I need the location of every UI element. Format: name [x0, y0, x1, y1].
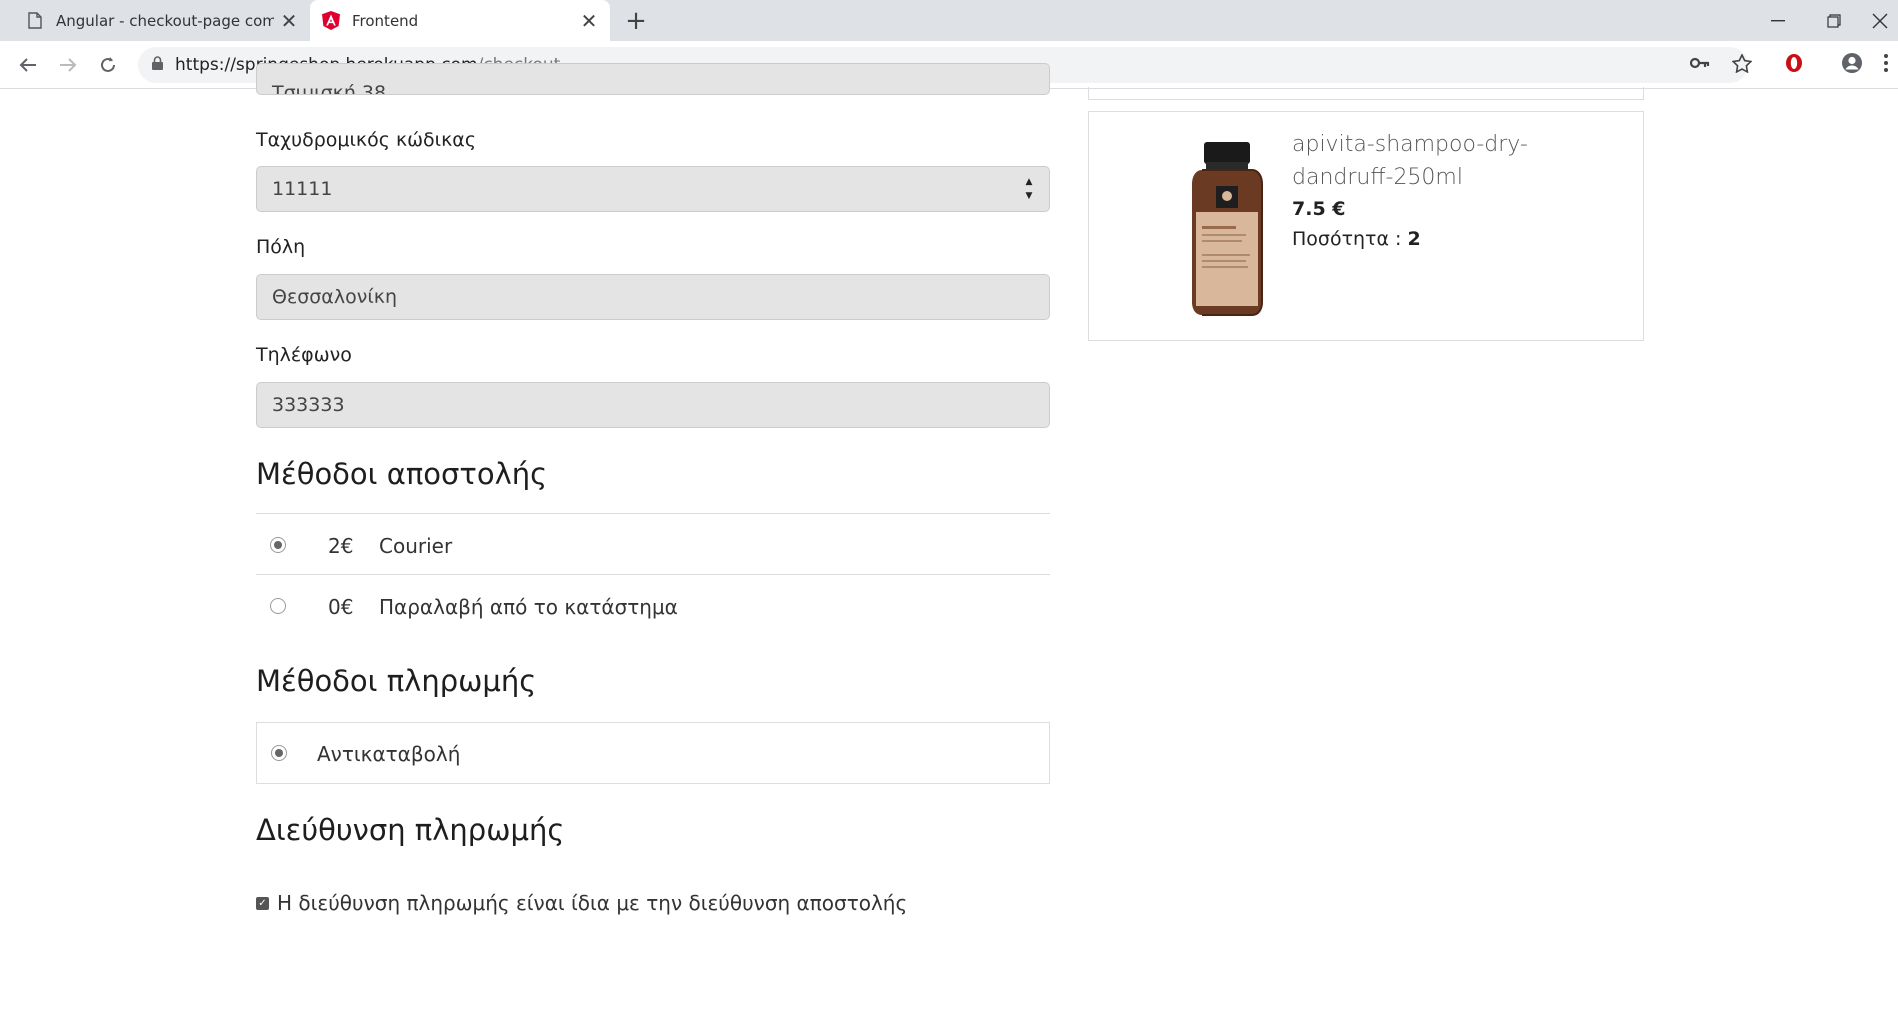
tab-title: Frontend	[352, 11, 419, 30]
phone-input[interactable]: 333333	[256, 382, 1050, 428]
address-field[interactable]: Τσιμισκή 38	[256, 63, 1050, 95]
shipping-name: Courier	[379, 534, 453, 558]
number-spinner[interactable]: ▲ ▼	[1023, 177, 1035, 201]
tab-angular-checkout[interactable]: Angular - checkout-page compo ✕	[14, 0, 310, 41]
tab-frontend[interactable]: Frontend ✕	[310, 0, 610, 41]
quantity-label: Ποσότητα :	[1292, 228, 1408, 250]
phone-value: 333333	[272, 394, 345, 416]
close-tab-icon[interactable]: ✕	[574, 6, 604, 36]
forward-icon[interactable]	[52, 49, 84, 81]
same-address-label: Η διεύθυνση πληρωμής είναι ίδια με την δ…	[277, 891, 908, 915]
angular-icon	[322, 11, 340, 30]
shipping-radio-store-pickup[interactable]	[270, 598, 286, 614]
payment-name: Αντικαταβολή	[317, 742, 461, 766]
shipping-price: 2€	[328, 534, 354, 558]
payment-methods-title: Μέθοδοι πληρωμής	[256, 664, 537, 698]
menu-dots-icon[interactable]	[1876, 47, 1896, 79]
bookmark-star-icon[interactable]	[1726, 47, 1758, 79]
spinner-down-icon[interactable]: ▼	[1026, 191, 1033, 201]
lock-icon	[152, 55, 163, 75]
spinner-up-icon[interactable]: ▲	[1026, 177, 1033, 187]
city-input[interactable]: Θεσσαλονίκη	[256, 274, 1050, 320]
payment-radio-cod[interactable]	[271, 745, 287, 761]
postal-code-input[interactable]: 11111 ▲ ▼	[256, 166, 1050, 212]
product-quantity: Ποσότητα : 2	[1292, 228, 1421, 250]
reload-icon[interactable]	[92, 49, 124, 81]
payment-option-box[interactable]: Αντικαταβολή	[256, 722, 1050, 784]
shipping-price: 0€	[328, 595, 354, 619]
tab-title: Angular - checkout-page compo	[56, 11, 274, 30]
divider	[256, 513, 1050, 514]
product-image	[1162, 140, 1292, 318]
product-name[interactable]: apivita-shampoo-dry-dandruff-250ml	[1292, 128, 1612, 194]
key-icon[interactable]	[1684, 47, 1716, 79]
tab-bar: Angular - checkout-page compo ✕ Frontend…	[0, 0, 1898, 41]
shipping-radio-courier[interactable]	[270, 537, 286, 553]
checkout-page: Τσιμισκή 38 Ταχυδρομικός κώδικας 11111 ▲…	[0, 63, 1898, 1022]
shipping-methods-title: Μέθοδοι αποστολής	[256, 457, 548, 491]
document-icon	[26, 12, 44, 30]
back-icon[interactable]	[12, 49, 44, 81]
close-window-icon[interactable]	[1852, 0, 1898, 41]
billing-address-title: Διεύθυνση πληρωμής	[256, 813, 565, 847]
shipping-name: Παραλαβή από το κατάστημα	[379, 595, 678, 619]
new-tab-icon[interactable]: +	[620, 6, 652, 36]
opera-icon[interactable]	[1778, 47, 1810, 79]
profile-icon[interactable]	[1836, 47, 1868, 79]
same-address-checkbox[interactable]: ✓	[256, 897, 269, 910]
city-label: Πόλη	[256, 236, 306, 258]
phone-label: Τηλέφωνο	[256, 344, 352, 366]
address-field-value: Τσιμισκή 38	[272, 82, 387, 95]
city-value: Θεσσαλονίκη	[272, 286, 397, 308]
divider	[256, 574, 1050, 575]
postal-code-value: 11111	[272, 178, 333, 200]
cart-item-card: apivita-shampoo-dry-dandruff-250ml 7.5 €…	[1088, 111, 1644, 341]
minimize-icon[interactable]	[1750, 0, 1806, 41]
product-price: 7.5 €	[1292, 198, 1346, 220]
quantity-value: 2	[1407, 228, 1421, 250]
close-tab-icon[interactable]: ✕	[274, 6, 304, 36]
cart-previous-item	[1088, 87, 1644, 100]
postal-code-label: Ταχυδρομικός κώδικας	[256, 129, 476, 151]
